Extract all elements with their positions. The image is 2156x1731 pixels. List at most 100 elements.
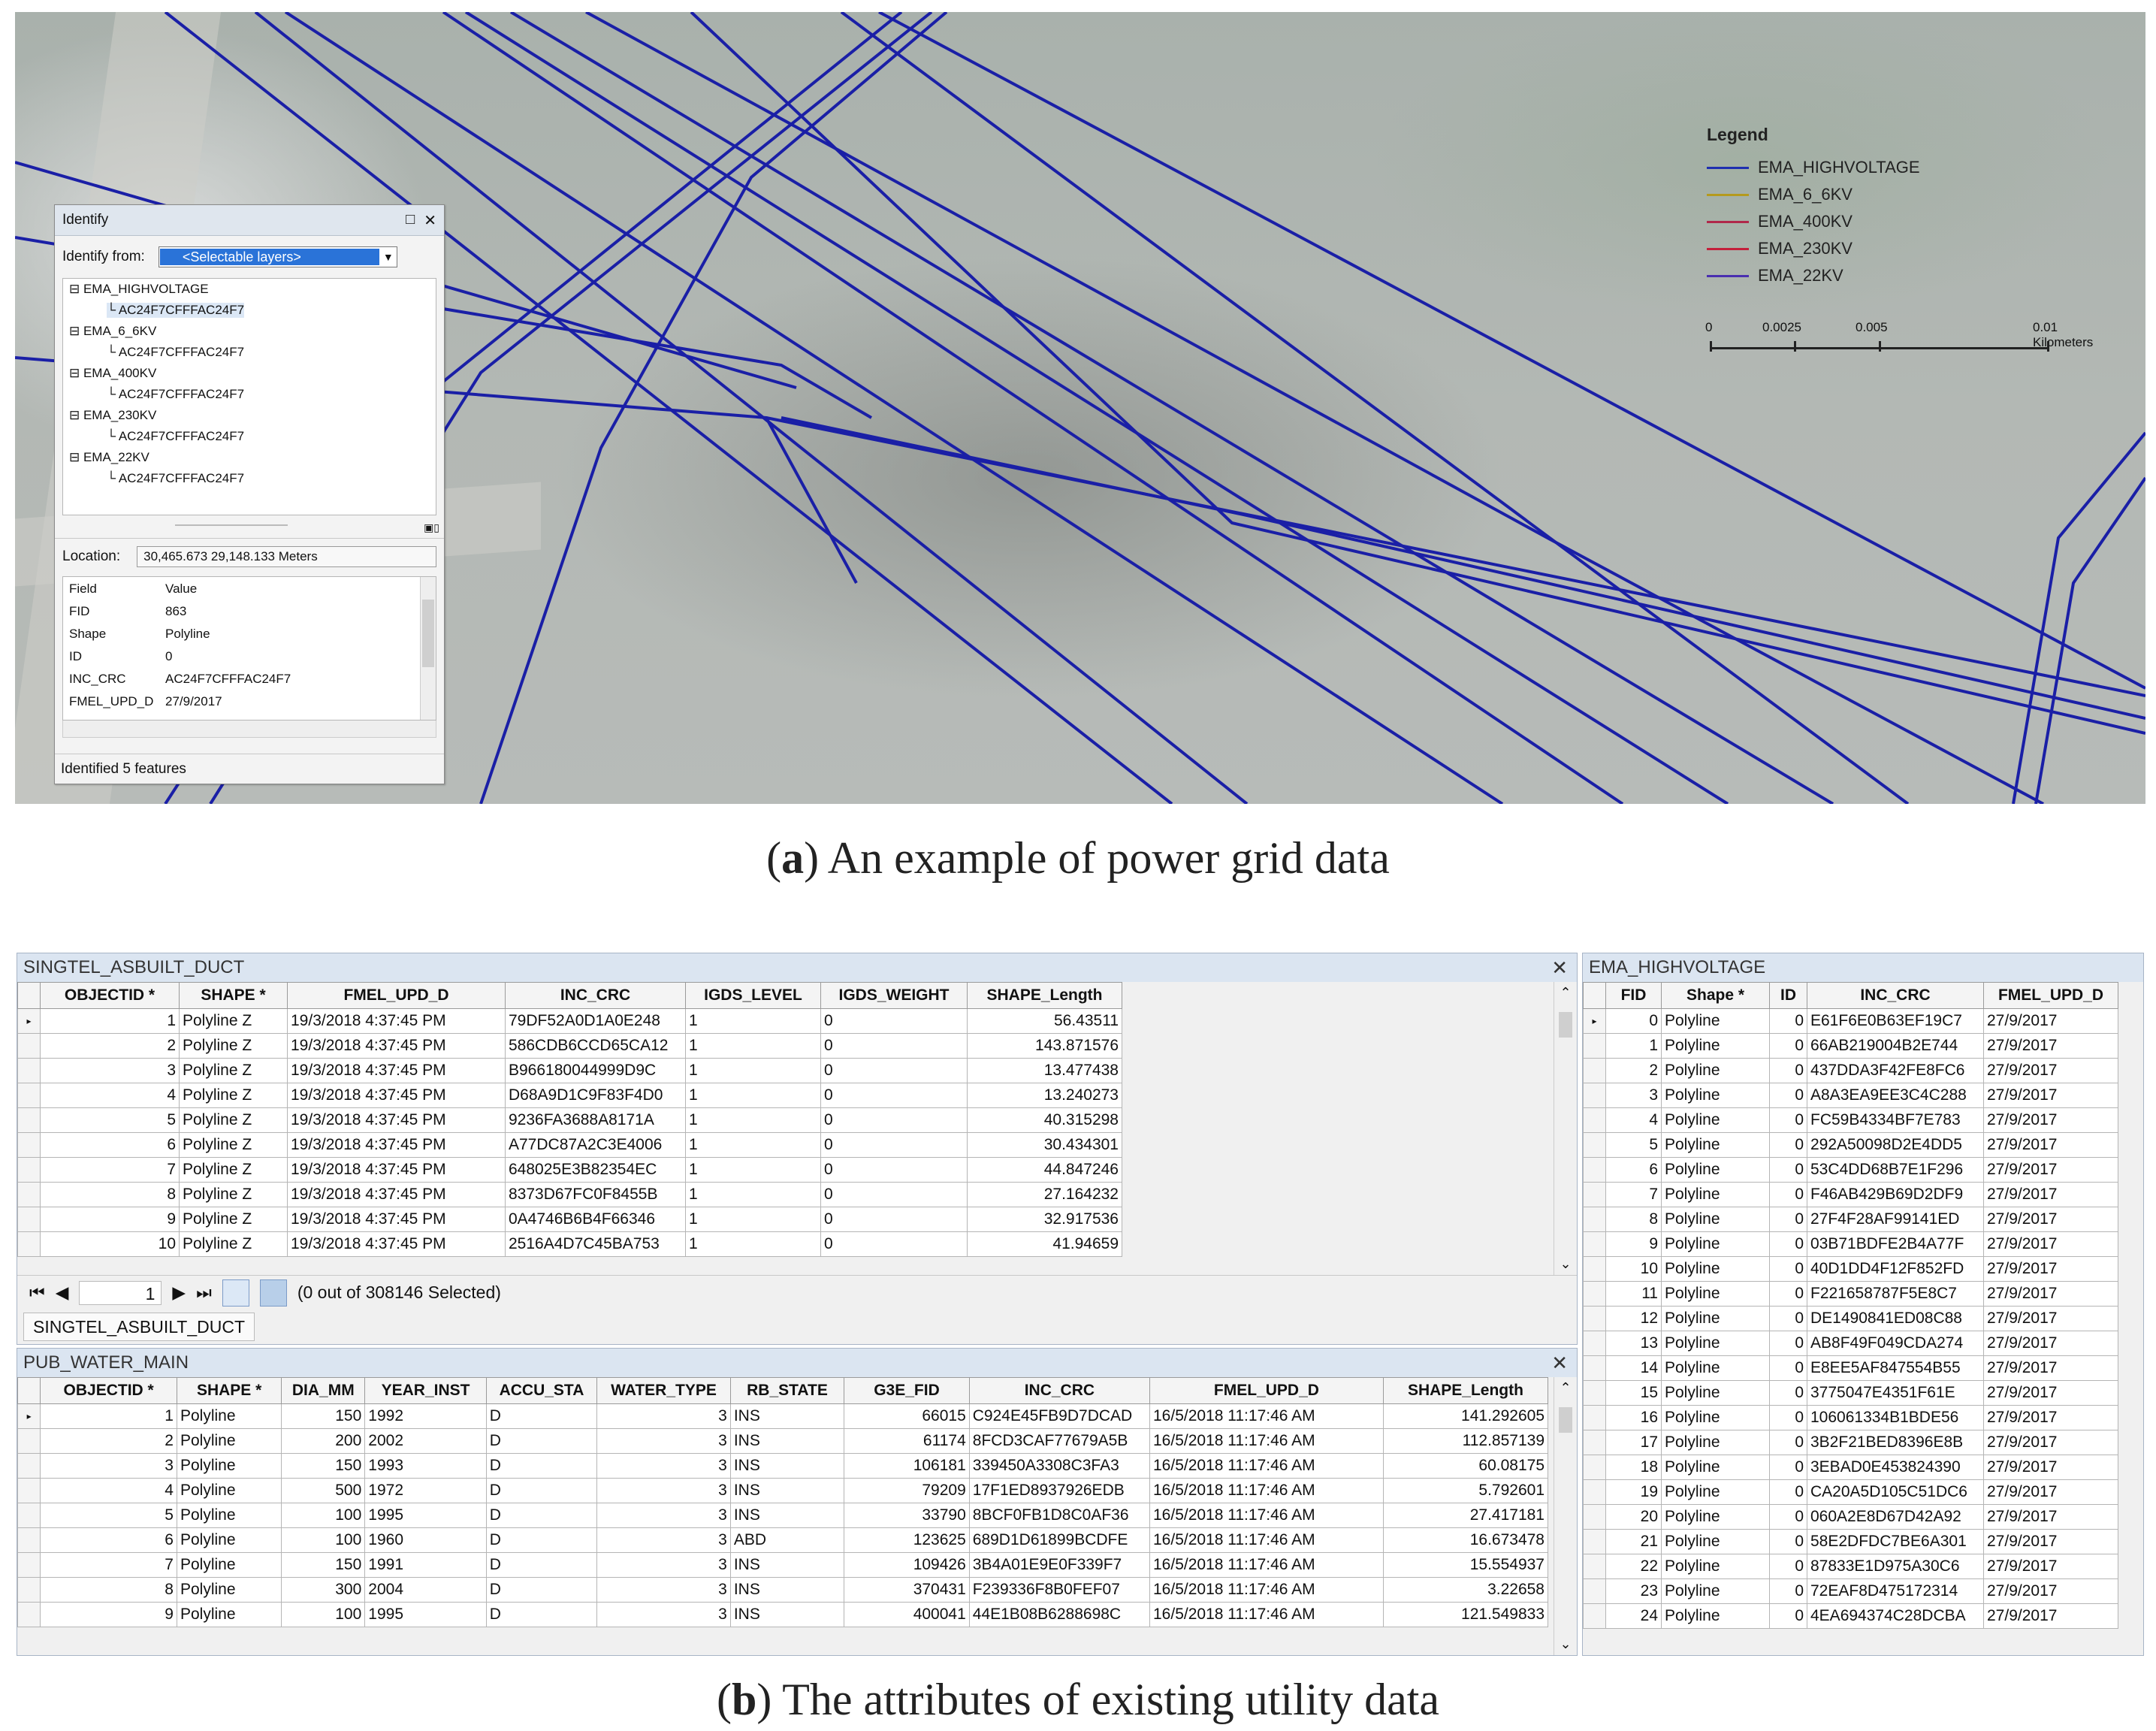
table-cell[interactable]: CA20A5D105C51DC6 <box>1807 1479 1984 1505</box>
table-cell[interactable]: F221658787F5E8C7 <box>1807 1281 1984 1307</box>
table-cell[interactable]: D <box>485 1453 598 1479</box>
column-header[interactable]: RB_STATE <box>729 1377 845 1404</box>
row-selector[interactable] <box>17 1453 41 1479</box>
table-cell[interactable]: 0 <box>1769 1157 1807 1183</box>
table-cell[interactable]: 10 <box>40 1231 180 1257</box>
table-cell[interactable]: 27/9/2017 <box>1983 1207 2118 1232</box>
row-selector[interactable] <box>1583 1107 1606 1133</box>
chevron-down-icon[interactable]: ▼ <box>380 251 397 263</box>
table-cell[interactable]: 19/3/2018 4:37:45 PM <box>287 1058 506 1083</box>
table-cell[interactable]: 19/3/2018 4:37:45 PM <box>287 1231 506 1257</box>
table-cell[interactable]: 33790 <box>844 1503 970 1528</box>
table-row[interactable]: 4 Polyline Z 19/3/2018 4:37:45 PM D68A9D1C9… <box>17 1083 1122 1108</box>
table-row[interactable]: 16 Polyline 0 106061334B1BDE56 27/9/2017 <box>1583 1405 2118 1430</box>
tree-feature-node[interactable]: └ AC24F7CFFFAC24F7 <box>107 303 245 318</box>
table-cell[interactable]: 16/5/2018 11:17:46 AM <box>1149 1428 1384 1454</box>
table-cell[interactable]: D68A9D1C9F83F4D0 <box>505 1083 686 1108</box>
last-record-icon[interactable]: ⏭ <box>196 1282 212 1303</box>
table-row[interactable]: 21 Polyline 0 58E2DFDC7BE6A301 27/9/2017 <box>1583 1529 2118 1554</box>
table-row[interactable]: 6 Polyline 0 53C4DD68B7E1F296 27/9/2017 <box>1583 1157 2118 1183</box>
table-cell[interactable]: 87833E1D975A30C6 <box>1807 1554 1984 1579</box>
table-cell[interactable]: Polyline <box>1661 1107 1770 1133</box>
table-cell[interactable]: 0 <box>820 1182 968 1207</box>
table-cell[interactable]: 1 <box>40 1403 177 1429</box>
table-cell[interactable]: FC59B4334BF7E783 <box>1807 1107 1984 1133</box>
table-cell[interactable]: 58E2DFDC7BE6A301 <box>1807 1529 1984 1554</box>
table-cell[interactable]: D <box>485 1577 598 1603</box>
table-cell[interactable]: 0 <box>1769 1380 1807 1406</box>
table-cell[interactable]: 4 <box>40 1478 177 1503</box>
row-selector[interactable] <box>17 1577 41 1603</box>
table-cell[interactable]: 27/9/2017 <box>1983 1107 2118 1133</box>
table-row[interactable]: 3 Polyline Z 19/3/2018 4:37:45 PM B96618004… <box>17 1058 1122 1083</box>
row-selector[interactable] <box>1583 1504 1606 1530</box>
table-cell[interactable]: 3 <box>596 1428 731 1454</box>
table-cell[interactable]: 3EBAD0E453824390 <box>1807 1455 1984 1480</box>
table-cell[interactable]: 27/9/2017 <box>1983 1058 2118 1083</box>
table-row[interactable]: 12 Polyline 0 DE1490841ED08C88 27/9/2017 <box>1583 1306 2118 1331</box>
table-cell[interactable]: 0 <box>820 1231 968 1257</box>
table-cell[interactable]: Polyline <box>1661 1603 1770 1629</box>
row-selector[interactable] <box>1583 1355 1606 1381</box>
table-cell[interactable]: 16/5/2018 11:17:46 AM <box>1149 1453 1384 1479</box>
table-cell[interactable]: 100 <box>281 1602 366 1627</box>
tree-feature-node[interactable]: └ AC24F7CFFFAC24F7 <box>107 471 244 486</box>
singtel-table-window[interactable]: SINGTEL_ASBUILT_DUCT ✕ OBJECTID * SHAPE … <box>17 953 1578 1345</box>
table-cell[interactable]: Polyline <box>1661 1479 1770 1505</box>
table-cell[interactable]: 5 <box>40 1107 180 1133</box>
table-row[interactable]: 4 Polyline 500 1972 D 3 INS 79209 17F1ED8937926E… <box>17 1478 1549 1503</box>
table-cell[interactable]: 0 <box>1769 1231 1807 1257</box>
table-cell[interactable]: Polyline <box>1661 1529 1770 1554</box>
table-cell[interactable]: 1960 <box>364 1527 487 1553</box>
table-cell[interactable]: Polyline <box>176 1602 282 1627</box>
table-row[interactable]: 8 Polyline 0 27F4F28AF99141ED 27/9/2017 <box>1583 1207 2118 1232</box>
table-cell[interactable]: 16/5/2018 11:17:46 AM <box>1149 1577 1384 1603</box>
table-cell[interactable]: 24 <box>1605 1603 1662 1629</box>
table-cell[interactable]: 141.292605 <box>1382 1403 1549 1429</box>
ema-table-window[interactable]: EMA_HIGHVOLTAGE FID Shape * ID INC_CRC F… <box>1582 953 2144 1656</box>
table-row[interactable]: 5 Polyline Z 19/3/2018 4:37:45 PM 9236FA368… <box>17 1107 1122 1133</box>
table-cell[interactable]: 56.43511 <box>967 1008 1122 1034</box>
table-cell[interactable]: 27/9/2017 <box>1983 1132 2118 1158</box>
table-cell[interactable]: 586CDB6CCD65CA12 <box>505 1033 686 1059</box>
table-cell[interactable]: 0 <box>1769 1529 1807 1554</box>
table-cell[interactable]: Polyline <box>1661 1207 1770 1232</box>
table-cell[interactable]: 16/5/2018 11:17:46 AM <box>1149 1602 1384 1627</box>
table-cell[interactable]: 1993 <box>364 1453 487 1479</box>
row-selector[interactable] <box>1583 1058 1606 1083</box>
table-cell[interactable]: 0 <box>1769 1603 1807 1629</box>
table-cell[interactable]: 3 <box>1605 1083 1662 1108</box>
table-row[interactable]: 7 Polyline Z 19/3/2018 4:37:45 PM 648025E3B… <box>17 1157 1122 1183</box>
row-selector[interactable] <box>17 1182 41 1207</box>
table-cell[interactable]: 0 <box>1769 1033 1807 1059</box>
table-cell[interactable]: 79209 <box>844 1478 970 1503</box>
column-header[interactable]: FMEL_UPD_D <box>1983 982 2118 1009</box>
tab-singtel[interactable]: SINGTEL_ASBUILT_DUCT <box>23 1313 255 1341</box>
table-cell[interactable]: Polyline <box>1661 1083 1770 1108</box>
table-cell[interactable]: 5.792601 <box>1382 1478 1549 1503</box>
table-cell[interactable]: 2 <box>40 1428 177 1454</box>
table-cell[interactable]: 1 <box>685 1182 821 1207</box>
table-cell[interactable]: ABD <box>729 1527 845 1553</box>
table-cell[interactable]: 13.477438 <box>967 1058 1122 1083</box>
table-cell[interactable]: 150 <box>281 1403 366 1429</box>
next-record-icon[interactable]: ▶ <box>172 1282 186 1303</box>
table-cell[interactable]: 27/9/2017 <box>1983 1430 2118 1455</box>
table-cell[interactable]: Polyline <box>1661 1058 1770 1083</box>
previous-record-icon[interactable]: ◀ <box>56 1282 69 1303</box>
table-cell[interactable]: INS <box>729 1552 845 1578</box>
table-cell[interactable]: 23 <box>1605 1578 1662 1604</box>
table-cell[interactable]: Polyline Z <box>179 1033 288 1059</box>
tree-feature-node[interactable]: └ AC24F7CFFFAC24F7 <box>107 429 244 444</box>
row-selector[interactable] <box>1583 1578 1606 1604</box>
table-cell[interactable]: 0 <box>1769 1107 1807 1133</box>
table-cell[interactable]: 689D1D61899BCDFE <box>968 1527 1151 1553</box>
table-cell[interactable]: 16.673478 <box>1382 1527 1549 1553</box>
table-cell[interactable]: 44.847246 <box>967 1157 1122 1183</box>
table-cell[interactable]: Polyline <box>1661 1256 1770 1282</box>
table-cell[interactable]: 0A4746B6B4F66346 <box>505 1207 686 1232</box>
table-cell[interactable]: 0 <box>820 1132 968 1158</box>
table-row[interactable]: 6 Polyline Z 19/3/2018 4:37:45 PM A77DC87A2… <box>17 1132 1122 1158</box>
row-selector[interactable] <box>1583 1430 1606 1455</box>
table-cell[interactable]: 0 <box>1769 1306 1807 1331</box>
